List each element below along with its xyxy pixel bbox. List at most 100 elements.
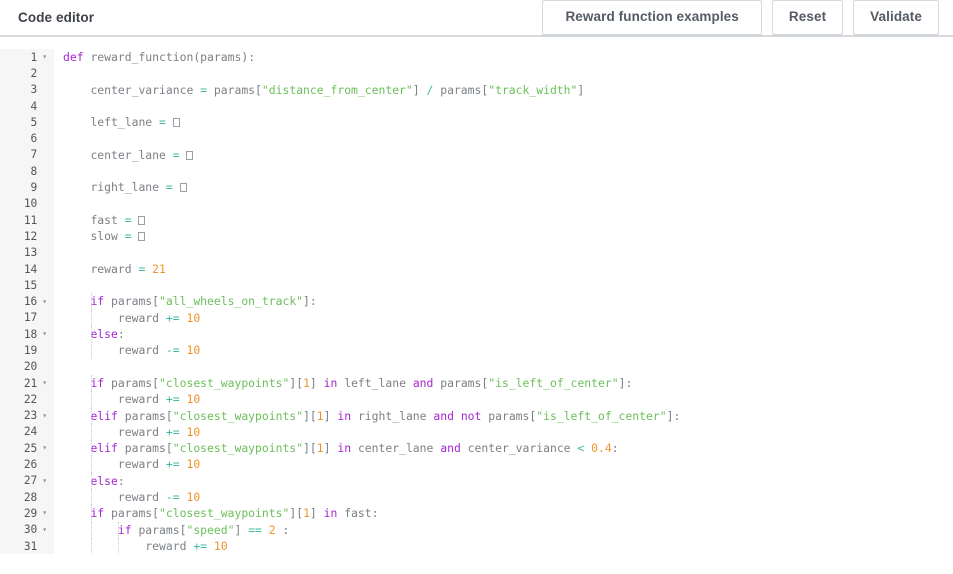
code-line-row[interactable]: 12 slow = [0,228,680,245]
line-number-gutter[interactable]: 30 ▾ [0,521,54,538]
line-number-gutter[interactable]: 1 ▾ [0,49,54,66]
line-number-gutter[interactable]: 29 ▾ [0,505,54,522]
fold-toggle-icon[interactable]: ▾ [41,525,48,534]
code-line-content[interactable]: if params["all_wheels_on_track"]: [54,293,680,310]
code-line-content[interactable] [54,163,680,179]
line-number-gutter[interactable]: 9 [0,179,54,196]
line-number-gutter[interactable]: 7 [0,146,54,164]
code-line-row[interactable]: 5 left_lane = [0,114,680,131]
line-number-gutter[interactable]: 15 [0,277,54,294]
code-line-row[interactable]: 30 ▾ if params["speed"] == 2 : [0,521,680,538]
line-number-gutter[interactable]: 13 [0,244,54,261]
code-line-row[interactable]: 20 [0,358,680,375]
line-number-gutter[interactable]: 25 ▾ [0,440,54,457]
code-line-row[interactable]: 10 [0,195,680,212]
code-line-content[interactable]: reward = 21 [54,261,680,277]
code-line-content[interactable]: left_lane = [54,114,680,130]
line-number-gutter[interactable]: 5 [0,114,54,131]
code-line-row[interactable]: 3 center_variance = params["distance_fro… [0,81,680,98]
code-line-row[interactable]: 22 reward += 10 [0,391,680,408]
code-line-content[interactable]: else: [54,326,680,343]
line-number-gutter[interactable]: 28 [0,489,54,506]
line-number-gutter[interactable]: 20 [0,358,54,375]
code-line-row[interactable]: 17 reward += 10 [0,309,680,327]
line-number-gutter[interactable]: 23 ▾ [0,407,54,424]
reset-button[interactable]: Reset [771,0,844,35]
line-number-gutter[interactable]: 31 [0,537,54,555]
line-number-gutter[interactable]: 14 [0,260,54,278]
code-line-content[interactable]: elif params["closest_waypoints"][1] in r… [54,407,680,424]
code-line-content[interactable]: reward += 10 [54,423,680,441]
line-number-gutter[interactable]: 21 ▾ [0,374,54,392]
line-number-gutter[interactable]: 18 ▾ [0,326,54,343]
code-line-content[interactable] [54,130,680,146]
code-line-row[interactable]: 23 ▾ elif params["closest_waypoints"][1] … [0,407,680,424]
line-number-gutter[interactable]: 4 [0,97,54,115]
line-number-gutter[interactable]: 6 [0,130,54,147]
fold-toggle-icon[interactable]: ▾ [41,509,48,517]
code-line-content[interactable] [54,277,680,293]
validate-button[interactable]: Validate [853,0,939,35]
fold-toggle-icon[interactable]: ▾ [41,53,48,61]
code-line-row[interactable]: 11 fast = [0,211,680,229]
code-editor-area[interactable]: 1 ▾ def reward_function(params): 2 3 center… [0,37,953,574]
code-line-row[interactable]: 4 [0,97,680,115]
line-number-gutter[interactable]: 3 [0,81,54,98]
code-line-content[interactable]: reward += 10 [54,391,680,408]
code-line-row[interactable]: 2 [0,65,680,82]
line-number-gutter[interactable]: 8 [0,163,54,180]
line-number-gutter[interactable]: 12 [0,228,54,245]
code-line-content[interactable]: center_variance = params["distance_from_… [54,82,680,98]
code-line-row[interactable]: 15 [0,277,680,294]
code-line-row[interactable]: 8 [0,163,680,180]
code-line-row[interactable]: 14 reward = 21 [0,260,680,278]
code-line-row[interactable]: 21 ▾ if params["closest_waypoints"][1] in… [0,374,680,392]
fold-toggle-icon[interactable]: ▾ [41,476,48,485]
fold-toggle-icon[interactable]: ▾ [41,444,48,452]
line-number-gutter[interactable]: 27 ▾ [0,472,54,490]
code-line-row[interactable]: 18 ▾ else: [0,326,680,343]
code-line-content[interactable]: if params["closest_waypoints"][1] in lef… [54,374,680,392]
code-line-content[interactable]: reward -= 10 [54,342,680,359]
code-line-content[interactable]: reward += 10 [54,456,680,473]
code-line-content[interactable]: reward += 10 [54,309,680,327]
code-line-content[interactable] [54,65,680,81]
code-line-content[interactable] [54,196,680,212]
code-line-content[interactable]: else: [54,472,680,490]
code-line-row[interactable]: 6 [0,130,680,147]
code-line-row[interactable]: 27 ▾ else: [0,472,680,490]
reward-function-examples-button[interactable]: Reward function examples [542,0,762,35]
code-line-content[interactable]: reward += 10 [54,537,680,555]
code-line-row[interactable]: 29 ▾ if params["closest_waypoints"][1] in… [0,505,680,522]
code-line-content[interactable]: def reward_function(params): [54,49,680,65]
line-number-gutter[interactable]: 10 [0,195,54,212]
fold-toggle-icon[interactable]: ▾ [41,297,48,306]
code-line-row[interactable]: 13 [0,244,680,261]
code-line-content[interactable]: right_lane = [54,179,680,195]
code-line-content[interactable]: if params["speed"] == 2 : [54,521,680,538]
line-number-gutter[interactable]: 17 [0,309,54,327]
line-number-gutter[interactable]: 26 [0,456,54,473]
code-scroll-container[interactable]: 1 ▾ def reward_function(params): 2 3 center… [0,49,953,574]
code-line-content[interactable] [54,359,680,375]
code-line-content[interactable] [54,98,680,114]
code-line-content[interactable]: if params["closest_waypoints"][1] in fas… [54,505,680,522]
code-line-content[interactable]: slow = [54,228,680,244]
code-line-content[interactable]: fast = [54,212,680,228]
code-line-row[interactable]: 31 reward += 10 [0,537,680,555]
code-line-row[interactable]: 1 ▾ def reward_function(params): [0,49,680,66]
fold-toggle-icon[interactable]: ▾ [41,330,48,338]
code-line-content[interactable]: reward -= 10 [54,489,680,506]
code-line-row[interactable]: 19 reward -= 10 [0,342,680,359]
line-number-gutter[interactable]: 11 [0,211,54,229]
code-line-content[interactable] [54,245,680,261]
fold-toggle-icon[interactable]: ▾ [41,411,48,420]
code-line-row[interactable]: 25 ▾ elif params["closest_waypoints"][1] … [0,440,680,457]
code-line-row[interactable]: 9 right_lane = [0,179,680,196]
line-number-gutter[interactable]: 16 ▾ [0,293,54,310]
code-line-row[interactable]: 24 reward += 10 [0,423,680,441]
code-line-row[interactable]: 28 reward -= 10 [0,489,680,506]
line-number-gutter[interactable]: 24 [0,423,54,441]
code-line-row[interactable]: 16 ▾ if params["all_wheels_on_track"]: [0,293,680,310]
code-line-content[interactable]: center_lane = [54,147,680,163]
